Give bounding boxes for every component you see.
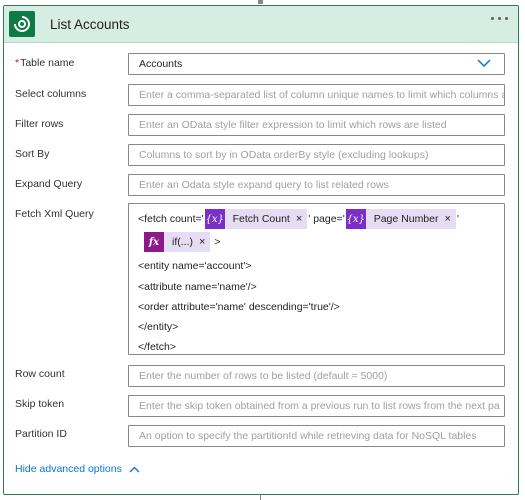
dataverse-logo-icon: [9, 11, 35, 37]
select-columns-input[interactable]: Enter a comma-separated list of column u…: [128, 84, 505, 106]
xml-line-6: </entity>: [138, 321, 179, 333]
variable-icon: {x}: [204, 209, 225, 229]
filter-rows-input[interactable]: Enter an OData style filter expression t…: [128, 114, 505, 136]
skip-token-input[interactable]: Enter the skip token obtained from a pre…: [128, 395, 505, 417]
action-card: List Accounts *Table name Accounts Selec…: [3, 5, 519, 495]
table-name-dropdown[interactable]: Accounts: [128, 53, 505, 75]
token-label: if(...): [172, 236, 193, 248]
required-marker: *: [15, 57, 20, 69]
partition-id-input[interactable]: An option to specify the partitionId whi…: [128, 425, 505, 447]
token-label: Page Number: [373, 213, 439, 225]
row-count-input[interactable]: Enter the number of rows to be listed (d…: [128, 365, 505, 387]
xml-line-7: </fetch>: [138, 341, 176, 353]
xml-line-1: <fetch count=' {x} Fetch Count × ' page=' {x}…: [138, 209, 459, 229]
partition-id-label: Partition ID: [15, 428, 67, 440]
token-label: Fetch Count: [232, 213, 290, 225]
skip-token-label: Skip token: [15, 398, 65, 410]
xml-line-5: <order attribute='name' descending='true…: [138, 301, 340, 313]
select-columns-label: Select columns: [15, 88, 87, 100]
filter-rows-label: Filter rows: [15, 118, 64, 130]
xml-line-2: fx if(...) × >: [143, 232, 221, 252]
sort-by-label: Sort By: [15, 148, 50, 160]
chevron-up-icon: [129, 466, 140, 472]
hide-advanced-options-link[interactable]: Hide advanced options: [15, 463, 140, 475]
fetch-count-token[interactable]: {x} Fetch Count ×: [204, 209, 308, 229]
row-count-label: Row count: [15, 368, 65, 380]
expand-query-label: Expand Query: [15, 178, 83, 190]
table-name-label: *Table name: [15, 57, 75, 69]
xml-text: ' page=': [308, 212, 345, 225]
xml-text: >: [214, 235, 221, 248]
xml-text: <fetch count=': [138, 212, 204, 225]
card-header[interactable]: List Accounts: [4, 6, 518, 43]
more-icon[interactable]: [491, 17, 508, 20]
xml-line-4: <attribute name='name'/>: [138, 281, 257, 293]
fetch-xml-editor[interactable]: <fetch count=' {x} Fetch Count × ' page=' {x}…: [128, 203, 505, 355]
flow-connector-top: [258, 0, 263, 4]
page-number-token[interactable]: {x} Page Number ×: [345, 209, 456, 229]
xml-text: ': [456, 212, 459, 225]
sort-by-input[interactable]: Columns to sort by in OData orderBy styl…: [128, 144, 505, 166]
table-name-value: Accounts: [139, 58, 183, 70]
fetch-xml-label: Fetch Xml Query: [15, 208, 94, 220]
function-icon: fx: [144, 232, 164, 252]
card-title: List Accounts: [50, 16, 130, 32]
chevron-down-icon: [477, 59, 491, 68]
advanced-toggle-label: Hide advanced options: [15, 463, 122, 475]
if-expression-token[interactable]: fx if(...) ×: [144, 232, 211, 252]
remove-token-icon[interactable]: ×: [296, 213, 302, 225]
flow-connector-bottom: [260, 494, 261, 500]
expand-query-input[interactable]: Enter an Odata style expand query to lis…: [128, 174, 505, 196]
remove-token-icon[interactable]: ×: [199, 236, 205, 248]
xml-line-3: <entity name='account'>: [138, 260, 252, 272]
variable-icon: {x}: [345, 209, 366, 229]
remove-token-icon[interactable]: ×: [445, 213, 451, 225]
